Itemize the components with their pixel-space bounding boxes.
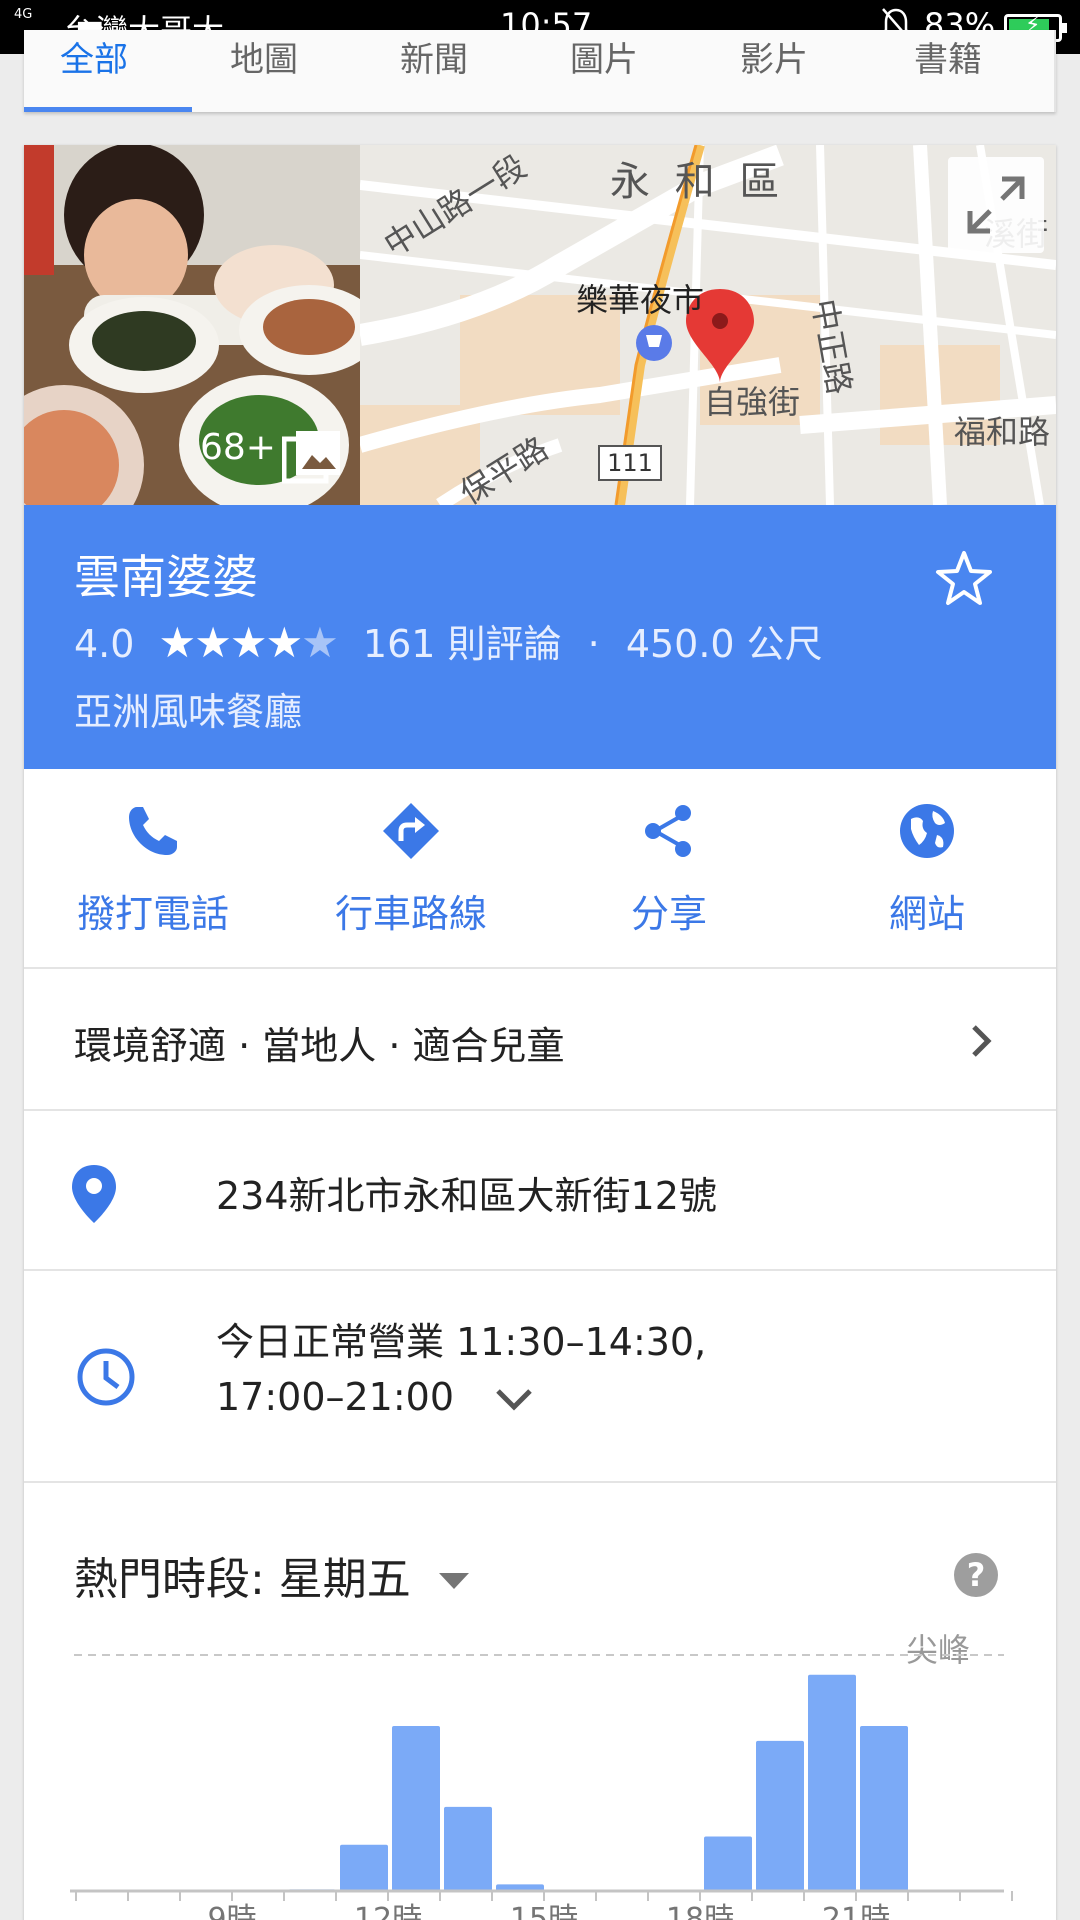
place-header: 雲南婆婆 4.0 ★★★★★ 161 則評論 · 450.0 公尺 亞洲風味餐廳 bbox=[24, 505, 1056, 769]
tab-divider bbox=[1054, 30, 1056, 112]
bar-hour-20 bbox=[808, 1674, 856, 1891]
chevron-right-icon bbox=[972, 1025, 992, 1057]
photo-count: 68+ bbox=[200, 427, 276, 468]
tab-news[interactable]: 新聞 bbox=[400, 32, 468, 81]
globe-icon bbox=[900, 804, 954, 858]
clock-icon bbox=[77, 1348, 135, 1406]
action-bar: 撥打電話 行車路線 分享 網站 bbox=[24, 769, 1056, 969]
directions-label: 行車路線 bbox=[334, 892, 487, 936]
rating-value: 4.0 bbox=[74, 622, 135, 666]
dropdown-arrow-icon bbox=[438, 1573, 469, 1589]
tab-images[interactable]: 圖片 bbox=[570, 32, 638, 81]
popular-times-title[interactable]: 熱門時段: 星期五 bbox=[74, 1543, 469, 1607]
bar-hour-13 bbox=[444, 1806, 492, 1891]
review-count[interactable]: 161 則評論 bbox=[363, 622, 562, 666]
star-icon: ★ bbox=[301, 618, 339, 667]
map-label-market: 樂華夜市 bbox=[576, 281, 705, 319]
star-rating-icon: ★★★★★ bbox=[158, 618, 339, 667]
map-preview[interactable]: 永 和 區 中山路一段 樂華夜市 中正路 自強街 保平路 福和路 溪街 111 bbox=[360, 145, 1056, 505]
location-pin-icon bbox=[72, 1165, 116, 1223]
popular-times-chart: 9時 12時 15時 18時 21時 bbox=[70, 1654, 1013, 1920]
help-icon[interactable]: ? bbox=[954, 1553, 998, 1597]
hours-line-1: 今日正常營業 11:30–14:30, bbox=[216, 1320, 707, 1364]
share-icon bbox=[645, 805, 691, 857]
map-label-district: 永 和 區 bbox=[610, 159, 786, 205]
tick-label-12: 12時 bbox=[354, 1902, 422, 1920]
distance: 450.0 公尺 bbox=[625, 622, 823, 666]
address-row[interactable]: 234新北市永和區大新街12號 bbox=[24, 1113, 1056, 1271]
website-label: 網站 bbox=[888, 892, 965, 936]
tick-label-21: 21時 bbox=[822, 1902, 890, 1920]
tab-maps[interactable]: 地圖 bbox=[230, 32, 298, 81]
rating-line: 4.0 ★★★★★ 161 則評論 · 450.0 公尺 bbox=[74, 613, 823, 668]
directions-button[interactable]: 行車路線 bbox=[282, 769, 540, 969]
tab-books[interactable]: 書籍 bbox=[914, 32, 982, 81]
bar-hour-18 bbox=[704, 1836, 752, 1891]
hours-row[interactable]: 今日正常營業 11:30–14:30, 17:00–21:00 bbox=[24, 1273, 1056, 1483]
highlights-text: 環境舒適 · 當地人 · 適合兒童 bbox=[74, 1024, 565, 1068]
highlights-row[interactable]: 環境舒適 · 當地人 · 適合兒童 bbox=[24, 971, 1056, 1111]
expand-icon bbox=[967, 176, 1025, 234]
save-star-icon[interactable] bbox=[934, 549, 994, 609]
address-text: 234新北市永和區大新街12號 bbox=[216, 1174, 717, 1218]
route-shield: 111 bbox=[598, 445, 662, 481]
tick-label-9: 9時 bbox=[207, 1902, 256, 1920]
tab-videos[interactable]: 影片 bbox=[740, 32, 808, 81]
bar-hour-11 bbox=[340, 1844, 388, 1891]
star-icon: ★ bbox=[229, 618, 268, 667]
directions-icon bbox=[383, 803, 439, 859]
map-label-road-4: 福和路 bbox=[954, 413, 1051, 451]
active-tab-indicator bbox=[24, 107, 192, 112]
star-icon: ★ bbox=[194, 618, 232, 667]
place-card: 68+ 永 和 區 中山路一段 樂華夜市 中正路 自強街 保平路 福和路 111… bbox=[24, 145, 1056, 1920]
bar-hour-12 bbox=[392, 1725, 440, 1891]
star-icon: ★ bbox=[265, 618, 304, 667]
search-tabs: 全部 地圖 新聞 圖片 影片 書籍 bbox=[24, 30, 1056, 112]
place-category: 亞洲風味餐廳 bbox=[74, 690, 303, 734]
expand-map-button[interactable] bbox=[948, 157, 1044, 253]
star-icon: ★ bbox=[158, 618, 197, 667]
call-button[interactable]: 撥打電話 bbox=[24, 769, 282, 969]
map-label-street-1: 自強街 bbox=[704, 383, 801, 421]
tick-label-15: 15時 bbox=[510, 1902, 578, 1920]
tab-all[interactable]: 全部 bbox=[60, 32, 128, 81]
chevron-down-icon[interactable] bbox=[494, 1385, 534, 1413]
popular-times-day: 熱門時段: 星期五 bbox=[74, 1554, 411, 1605]
tick-label-18: 18時 bbox=[666, 1902, 734, 1920]
share-label: 分享 bbox=[630, 892, 707, 936]
hours-line-2: 17:00–21:00 bbox=[216, 1375, 455, 1419]
share-button[interactable]: 分享 bbox=[540, 769, 798, 969]
place-name: 雲南婆婆 bbox=[74, 550, 258, 604]
call-label: 撥打電話 bbox=[76, 892, 229, 936]
website-button[interactable]: 網站 bbox=[798, 769, 1056, 969]
photo-gallery-icon bbox=[282, 431, 340, 484]
separator: · bbox=[587, 622, 600, 666]
place-photo[interactable]: 68+ bbox=[24, 145, 360, 505]
phone-icon bbox=[129, 807, 177, 855]
bar-hour-19 bbox=[756, 1740, 804, 1891]
bar-hour-21 bbox=[860, 1725, 908, 1891]
